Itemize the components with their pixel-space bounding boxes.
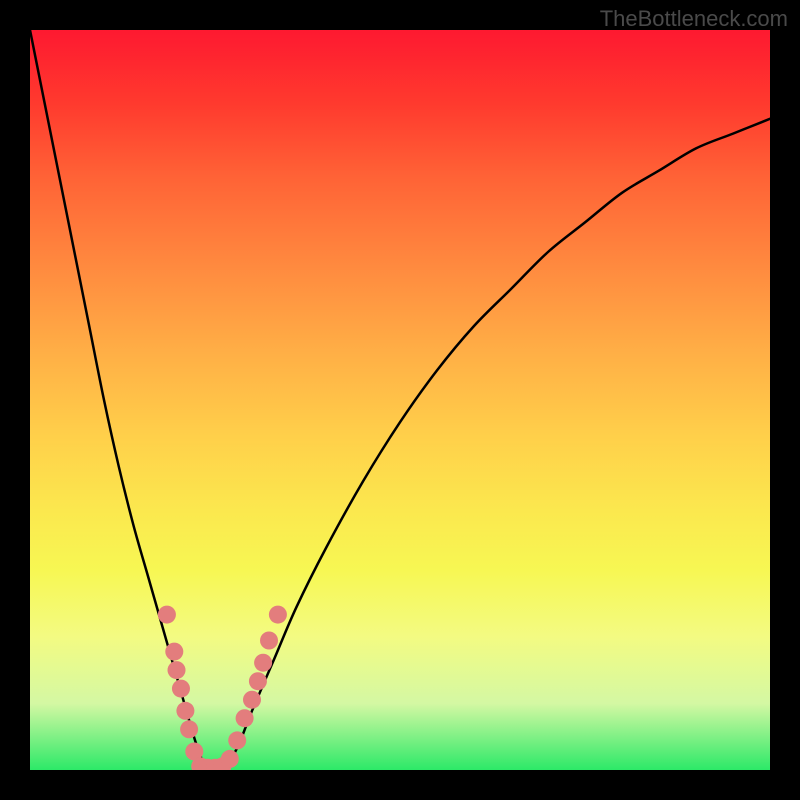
marker-dot: [221, 750, 239, 768]
marker-dots: [30, 30, 770, 770]
marker-dot: [254, 654, 272, 672]
marker-dot: [180, 720, 198, 738]
marker-dot: [236, 709, 254, 727]
chart-plot-area: [30, 30, 770, 770]
marker-dot: [168, 661, 186, 679]
marker-dot: [158, 606, 176, 624]
marker-dot: [243, 691, 261, 709]
marker-dot: [269, 606, 287, 624]
marker-dot: [165, 643, 183, 661]
marker-dot: [228, 731, 246, 749]
marker-dot: [176, 702, 194, 720]
watermark-text: TheBottleneck.com: [600, 6, 788, 32]
marker-dot: [249, 672, 267, 690]
marker-dot: [260, 632, 278, 650]
marker-dot: [172, 680, 190, 698]
